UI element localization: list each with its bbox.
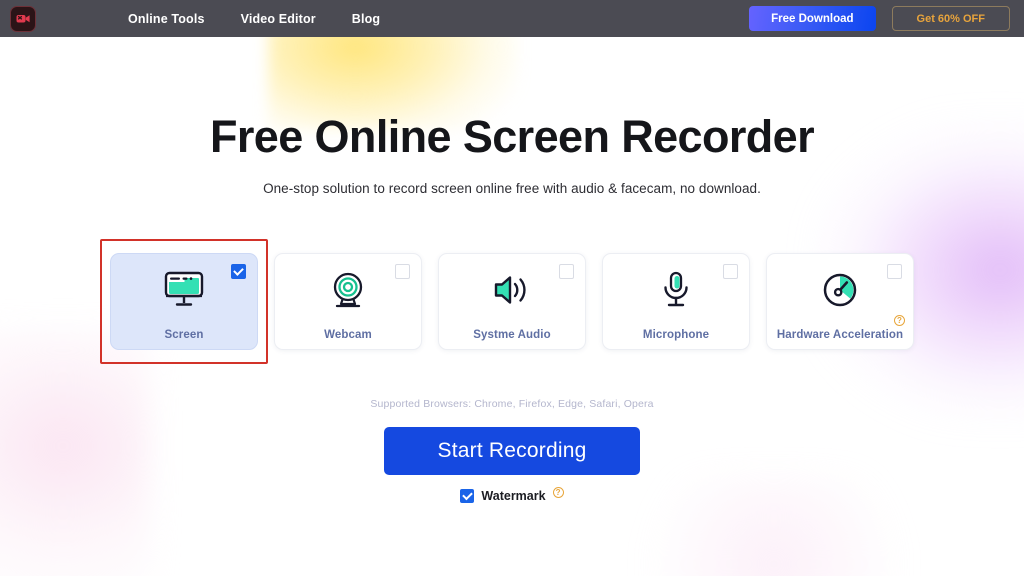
checkbox-microphone[interactable] [723,264,738,279]
get-offer-button[interactable]: Get 60% OFF [891,6,1010,31]
option-card-system-audio[interactable]: Systme Audio [438,253,586,350]
option-card-webcam[interactable]: Webcam [274,253,422,350]
option-wrapper-microphone[interactable]: Microphone [592,239,760,364]
option-wrapper-webcam[interactable]: Webcam [264,239,432,364]
nav-item-online-tools[interactable]: Online Tools [128,12,205,26]
option-label-webcam: Webcam [324,329,372,341]
watermark-row: Watermark ? [0,487,1024,503]
option-wrapper-screen[interactable]: Screen [100,239,268,364]
option-card-screen[interactable]: Screen [110,253,258,350]
recording-options-row: Screen Webcam Systme Audio Microphone ? … [0,239,1024,364]
checkbox-hardware-acceleration[interactable] [887,264,902,279]
checkbox-webcam[interactable] [395,264,410,279]
checkbox-system-audio[interactable] [559,264,574,279]
option-card-hardware-acceleration[interactable]: ? Hardware Acceleration [766,253,914,350]
help-icon-hardware-acceleration[interactable]: ? [894,315,905,326]
gauge-icon [821,270,859,310]
page-title: Free Online Screen Recorder [209,111,815,162]
option-label-hardware-acceleration: Hardware Acceleration [776,329,904,341]
microphone-icon [660,270,692,310]
page-subtitle: One-stop solution to record screen onlin… [263,181,761,196]
site-header: Online Tools Video Editor Blog Free Down… [0,0,1024,37]
free-download-button[interactable]: Free Download [749,6,876,31]
option-wrapper-system-audio[interactable]: Systme Audio [428,239,596,364]
option-card-microphone[interactable]: Microphone [602,253,750,350]
video-camera-logo-icon[interactable] [10,5,36,32]
option-wrapper-hardware-acceleration[interactable]: ? Hardware Acceleration [756,239,924,364]
option-label-microphone: Microphone [642,329,710,341]
start-recording-button[interactable]: Start Recording [384,427,640,475]
option-label-screen: Screen [164,329,204,341]
speaker-icon [491,270,533,310]
checkbox-screen[interactable] [231,264,246,279]
nav-item-blog[interactable]: Blog [352,12,380,26]
watermark-label: Watermark [481,489,546,503]
nav-item-video-editor[interactable]: Video Editor [241,12,316,26]
main-navigation: Online Tools Video Editor Blog [128,12,380,26]
supported-browsers-note: Supported Browsers: Chrome, Firefox, Edg… [370,398,654,410]
option-label-system-audio: Systme Audio [473,329,551,341]
webcam-icon [328,270,368,310]
header-actions: Free Download Get 60% OFF [749,6,1010,31]
watermark-checkbox[interactable] [460,489,475,503]
monitor-icon [163,270,205,310]
main-content: Free Online Screen Recorder One-stop sol… [0,114,1024,503]
help-icon-watermark[interactable]: ? [552,487,564,498]
